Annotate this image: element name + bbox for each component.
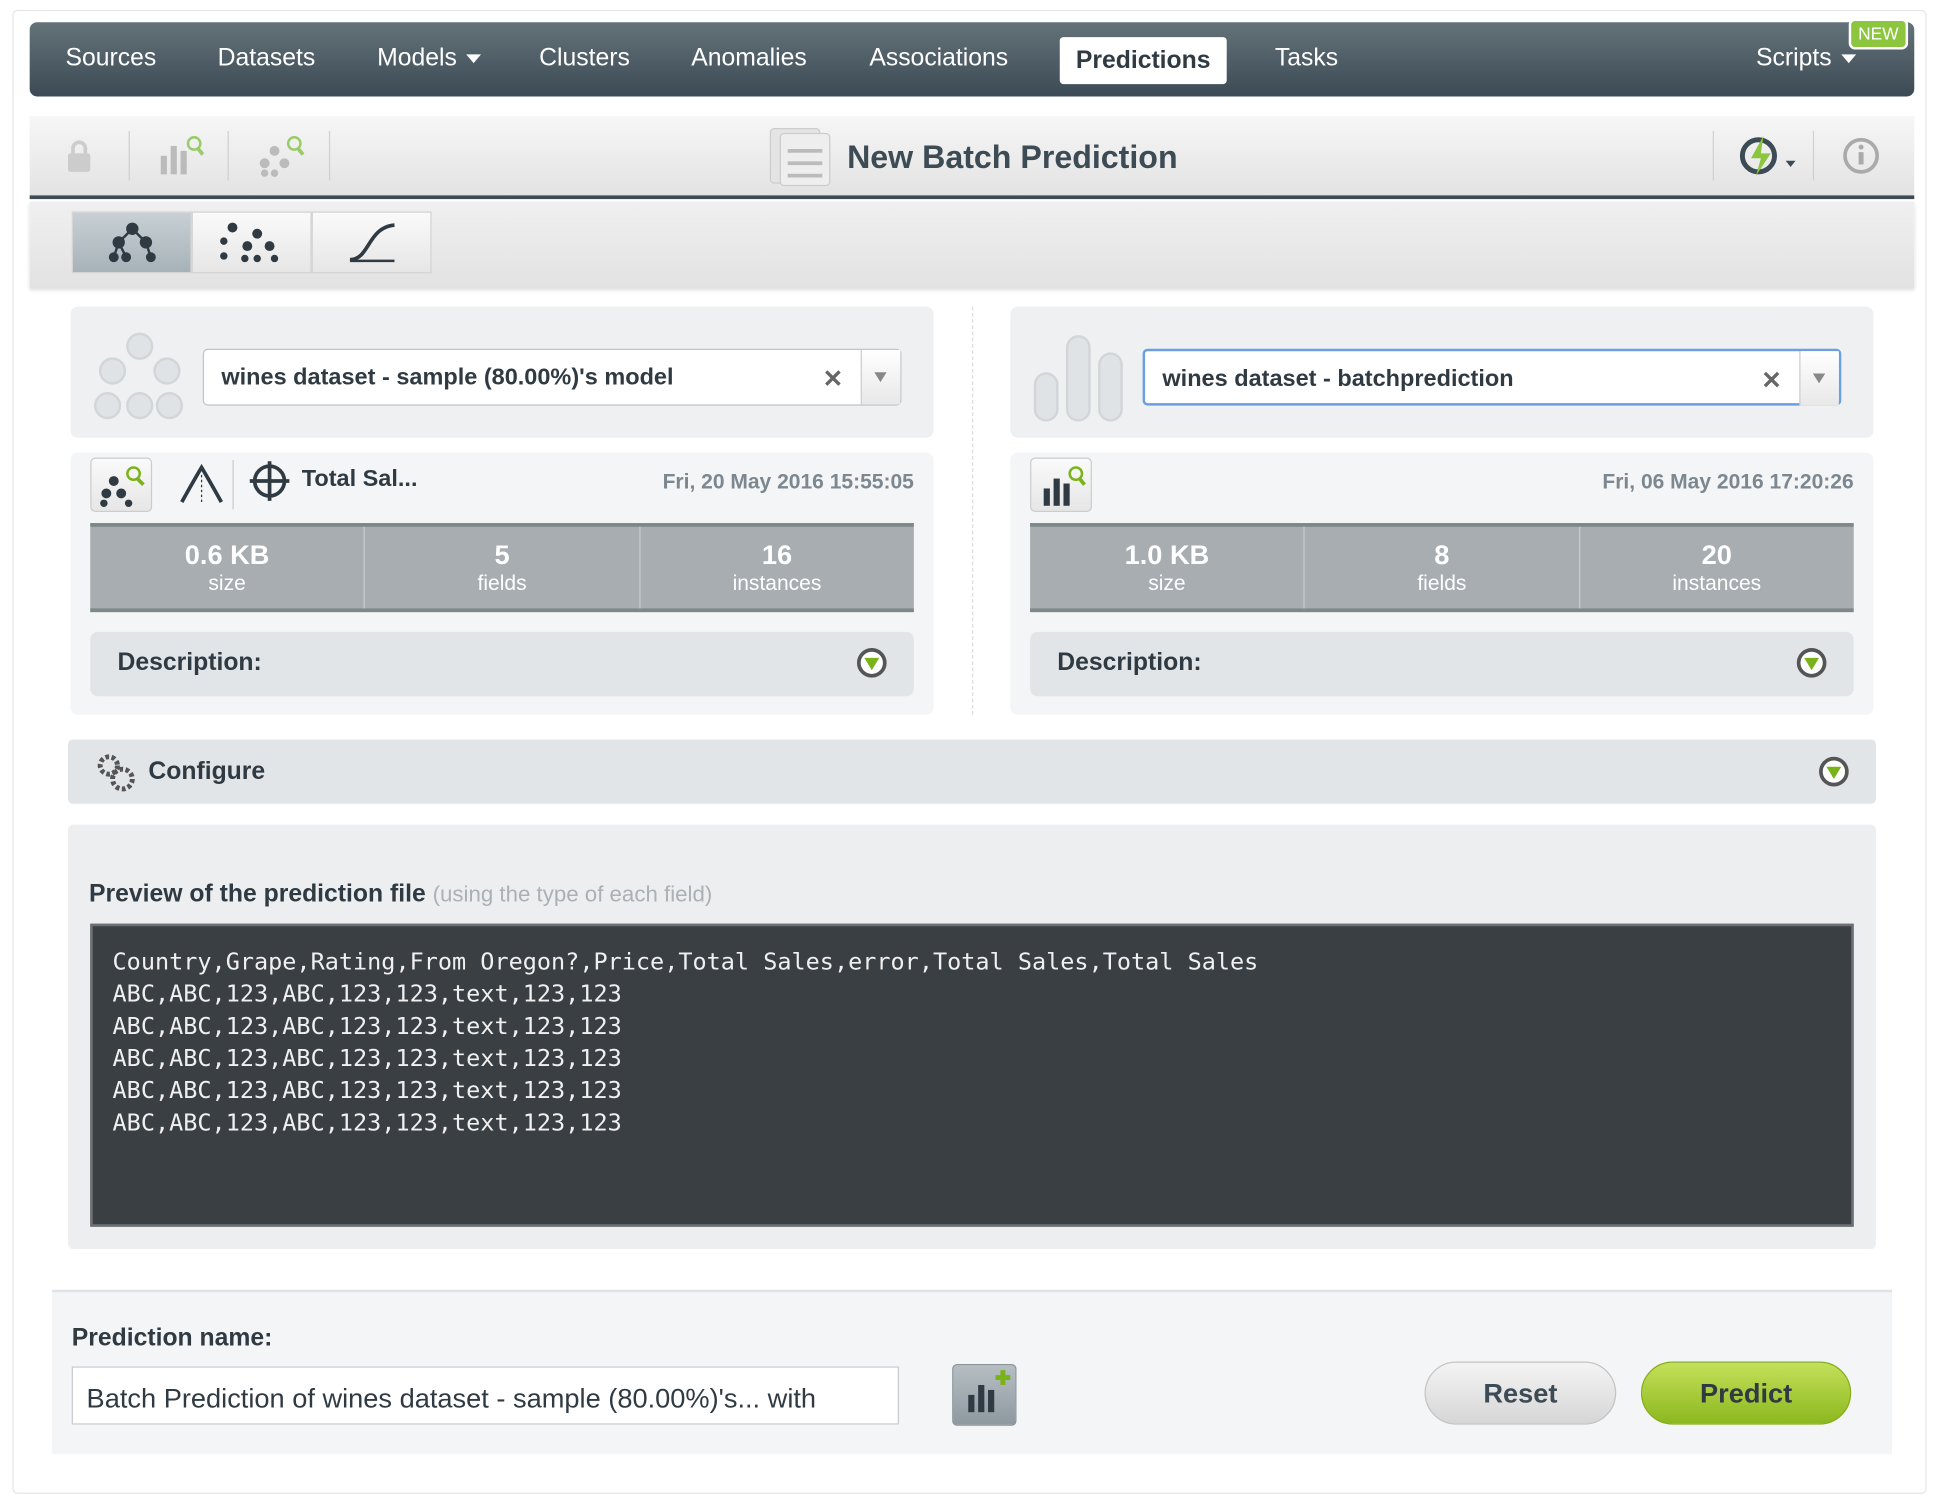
dataset-select-card: wines dataset - batchprediction ✕: [1010, 306, 1874, 438]
dataset-select[interactable]: wines dataset - batchprediction ✕: [1142, 348, 1842, 406]
dataset-view-button[interactable]: [1030, 457, 1092, 512]
nav-clusters[interactable]: Clusters: [539, 45, 630, 73]
prediction-name-input[interactable]: Batch Prediction of wines dataset - samp…: [71, 1366, 900, 1425]
ensemble-icon: [219, 222, 278, 263]
dataset-date: Fri, 06 May 2016 17:20:26: [1602, 469, 1854, 494]
page-title: New Batch Prediction: [847, 138, 1178, 176]
model-date: Fri, 20 May 2016 15:55:05: [662, 469, 914, 494]
model-placeholder-icon: [93, 332, 184, 420]
dataset-description[interactable]: Description:: [1030, 631, 1854, 697]
reset-button[interactable]: Reset: [1424, 1361, 1617, 1425]
clear-icon[interactable]: ✕: [823, 364, 844, 395]
dataset-placeholder-icon: [1033, 335, 1123, 422]
chevron-down-icon: [1841, 54, 1857, 64]
preview-heading: Preview of the prediction file (using th…: [89, 880, 712, 908]
dataset-select-value: wines dataset - batchprediction: [1162, 366, 1514, 393]
model-fields: 5 fields: [365, 526, 641, 609]
nav-tasks[interactable]: Tasks: [1275, 45, 1338, 73]
description-label: Description:: [1057, 649, 1202, 677]
tab-ensemble[interactable]: [191, 211, 312, 274]
divider: [971, 306, 974, 715]
dataset-info-card: Fri, 06 May 2016 17:20:26 1.0 KB size 8 fi…: [1010, 452, 1874, 715]
configure-section[interactable]: Configure: [68, 739, 1876, 804]
csv-row: ABC,ABC,123,ABC,123,123,text,123,123: [112, 980, 622, 1008]
top-nav: Sources Datasets Models Clusters Anomali…: [29, 22, 1915, 97]
model-type-icon: [180, 463, 223, 503]
csv-row: ABC,ABC,123,ABC,123,123,text,123,123: [112, 1044, 622, 1073]
tab-model[interactable]: [71, 211, 192, 274]
dropdown-arrow-icon[interactable]: [860, 349, 901, 405]
dataset-stats: 1.0 KB size 8 fields 20 instances: [1030, 523, 1854, 613]
model-type-tabs: [29, 201, 1915, 289]
csv-row: ABC,ABC,123,ABC,123,123,text,123,123: [112, 1012, 622, 1040]
preview-hint: (using the type of each field): [432, 881, 713, 907]
tree-model-icon: [108, 222, 156, 263]
nav-scripts[interactable]: Scripts: [1755, 44, 1857, 73]
model-description[interactable]: Description:: [90, 631, 914, 697]
dataset-add-icon: [968, 1370, 1011, 1413]
prediction-name-label: Prediction name:: [71, 1324, 273, 1352]
description-label: Description:: [117, 649, 262, 677]
nav-associations[interactable]: Associations: [869, 45, 1008, 73]
chevron-down-icon: [466, 54, 482, 64]
model-size: 0.6 KB size: [90, 526, 366, 609]
configure-label: Configure: [148, 758, 266, 786]
dataset-instances: 20 instances: [1672, 539, 1762, 595]
dataset-fields: 8 fields: [1305, 526, 1580, 609]
csv-row: ABC,ABC,123,ABC,123,123,text,123,123: [112, 1077, 622, 1105]
expand-icon[interactable]: [1819, 756, 1849, 787]
dropdown-arrow-icon[interactable]: [1799, 351, 1839, 406]
nav-predictions[interactable]: Predictions: [1059, 37, 1227, 85]
model-stats: 0.6 KB size 5 fields 16 instances: [90, 523, 914, 613]
model-view-button[interactable]: [90, 457, 153, 512]
objective-field: Total Sal...: [301, 466, 418, 493]
dataset-size: 1.0 KB size: [1030, 526, 1306, 609]
new-badge: NEW: [1848, 18, 1909, 50]
add-to-dataset-button[interactable]: [952, 1363, 1017, 1426]
clear-icon[interactable]: ✕: [1761, 365, 1782, 396]
batch-prediction-icon: [769, 127, 831, 187]
csv-row: ABC,ABC,123,ABC,123,123,text,123,123: [112, 1109, 622, 1137]
model-info-card: Total Sal... Fri, 20 May 2016 15:55:05 0…: [70, 452, 934, 715]
model-search-icon[interactable]: [257, 134, 306, 179]
expand-icon[interactable]: [1796, 647, 1827, 678]
logistic-curve-icon: [349, 223, 395, 263]
nav-anomalies[interactable]: Anomalies: [691, 45, 806, 73]
model-select-value: wines dataset - sample (80.00%)'s model: [221, 364, 674, 391]
lock-icon[interactable]: [64, 138, 94, 175]
lightning-actions-icon[interactable]: [1736, 134, 1798, 179]
nav-datasets[interactable]: Datasets: [218, 45, 316, 73]
dataset-search-icon: [1043, 466, 1086, 506]
model-select[interactable]: wines dataset - sample (80.00%)'s model ✕: [202, 348, 902, 406]
model-select-card: wines dataset - sample (80.00%)'s model ✕: [70, 306, 934, 438]
predict-button[interactable]: Predict: [1640, 1361, 1852, 1425]
dataset-search-icon[interactable]: [158, 134, 207, 179]
model-instances: 16 instances: [732, 539, 822, 595]
nav-scripts-label: Scripts: [1755, 44, 1832, 72]
preview-code: Country,Grape,Rating,From Oregon?,Price,…: [90, 923, 1854, 1227]
gears-icon: [97, 754, 135, 792]
model-search-icon: [100, 466, 145, 508]
expand-icon[interactable]: [856, 647, 887, 678]
objective-target-icon: [249, 461, 290, 501]
nav-sources[interactable]: Sources: [66, 45, 157, 73]
nav-models-label: Models: [377, 44, 457, 72]
info-icon[interactable]: [1841, 136, 1881, 176]
tab-logistic-regression[interactable]: [311, 211, 432, 274]
preview-label: Preview of the prediction file: [89, 880, 426, 908]
csv-header: Country,Grape,Rating,From Oregon?,Price,…: [112, 948, 1259, 976]
nav-models[interactable]: Models: [377, 44, 482, 73]
